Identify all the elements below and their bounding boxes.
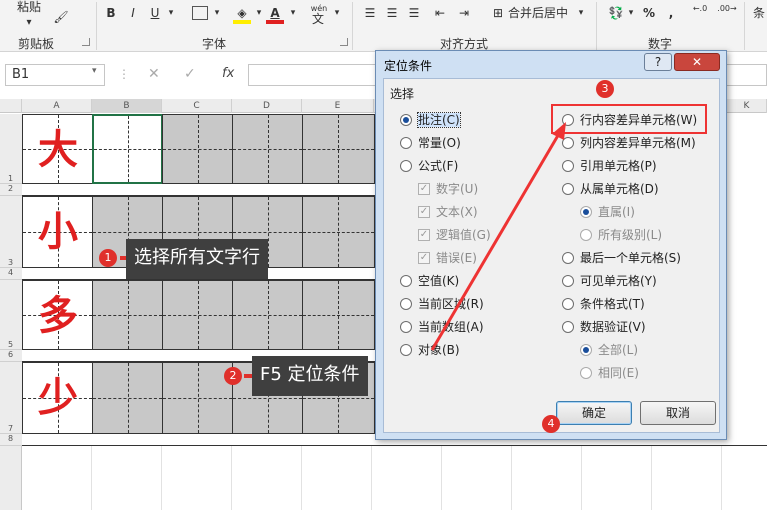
annotation-arrow — [430, 122, 566, 351]
arrow-line — [430, 131, 562, 351]
arrow-head-icon — [552, 122, 566, 140]
